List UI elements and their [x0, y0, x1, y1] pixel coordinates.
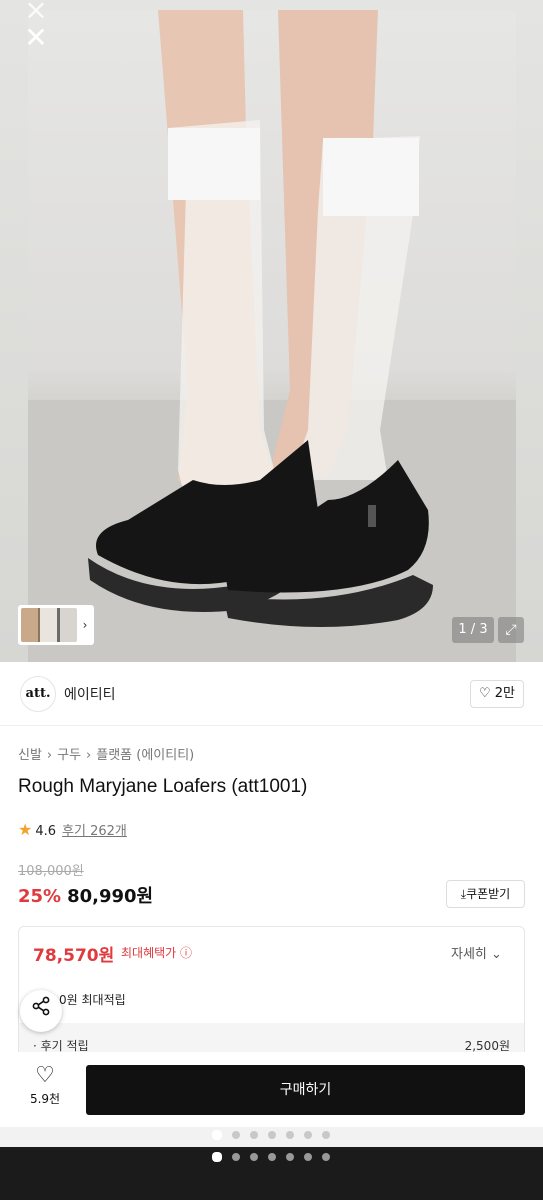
review-count-link[interactable]: 후기 262개 — [62, 824, 127, 839]
buy-button[interactable]: 구매하기 — [86, 1065, 525, 1115]
coupon-button[interactable]: ⤓쿠폰받기 — [446, 880, 525, 908]
sale-price: 80,990원 — [67, 886, 154, 907]
heart-icon: ♡ — [478, 686, 491, 701]
story-dot[interactable] — [304, 1131, 312, 1139]
app-screen: × ✕ › 1 / 3 ⤢ att. 에이티티 ♡ 2만 신발 › 구두 › 플랫폼 (… — [0, 0, 543, 1200]
product-content: att. 에이티티 ♡ 2만 신발 › 구두 › 플랫폼 (에이티티) Rough Ma… — [0, 662, 543, 1052]
close-icon-ghost: × — [24, 0, 48, 26]
breadcrumb-item[interactable]: 구두 — [57, 748, 81, 763]
story-dot[interactable] — [322, 1131, 330, 1139]
brand-like-button[interactable]: ♡ 2만 — [470, 680, 524, 708]
details-label: 자세히 — [451, 947, 487, 962]
page-dot[interactable] — [212, 1152, 222, 1162]
thumbnail-strip[interactable]: › — [18, 605, 94, 645]
story-progress-strip — [0, 1127, 543, 1147]
story-dots — [212, 1130, 330, 1140]
thumbnail-image[interactable] — [21, 608, 77, 642]
info-icon[interactable]: ⓘ — [180, 946, 192, 960]
discount-rate: 25% — [18, 886, 62, 907]
page-indicator — [212, 1152, 330, 1162]
chevron-down-icon: ⌄ — [491, 947, 502, 962]
page-dot[interactable] — [250, 1153, 258, 1161]
breadcrumb-item[interactable]: 신발 — [18, 748, 42, 763]
bottom-action-bar: ♡ 5.9천 구매하기 — [0, 1052, 543, 1127]
expand-icon[interactable]: ⤢ — [498, 617, 524, 643]
original-price: 108,000원 — [18, 864, 84, 879]
story-dot[interactable] — [268, 1131, 276, 1139]
max-points-label: 0원 최대적립 — [59, 993, 126, 1007]
breadcrumb: 신발 › 구두 › 플랫폼 (에이티티) — [18, 744, 194, 763]
rating-value: 4.6 — [35, 824, 57, 839]
close-icon[interactable]: ✕ — [22, 24, 50, 52]
product-title: Rough Maryjane Loafers (att1001) — [18, 776, 308, 797]
max-benefit-price: 78,570원 — [33, 946, 115, 966]
heart-icon: ♡ — [35, 1063, 55, 1088]
share-icon[interactable] — [20, 990, 62, 1032]
brand-like-count: 2만 — [494, 686, 516, 701]
page-dot[interactable] — [286, 1153, 294, 1161]
max-benefit-label: 최대혜택가 ⓘ — [121, 944, 192, 961]
max-benefit-box[interactable]: 78,570원 최대혜택가 ⓘ 자세히 ⌄ 0원 최대적립 · 후기 적립 2,… — [18, 926, 525, 1052]
brand-row[interactable]: att. 에이티티 ♡ 2만 — [0, 662, 543, 726]
chevron-right-icon: › — [46, 748, 53, 763]
chevron-right-icon: › — [82, 618, 88, 632]
page-dot[interactable] — [304, 1153, 312, 1161]
wishlist-count: 5.9천 — [29, 1092, 61, 1106]
page-dot[interactable] — [268, 1153, 276, 1161]
coupon-label: 쿠폰받기 — [466, 887, 511, 901]
image-page-counter: 1 / 3 — [452, 617, 494, 643]
story-dot[interactable] — [232, 1131, 240, 1139]
share-icon-glyph — [32, 996, 50, 1016]
product-photo-illustration — [28, 10, 516, 662]
rating-row[interactable]: ★ 4.6 후기 262개 — [18, 820, 127, 839]
product-image-gallery[interactable]: × ✕ › 1 / 3 ⤢ — [0, 0, 543, 662]
breadcrumb-item[interactable]: 플랫폼 (에이티티) — [96, 748, 194, 763]
story-dot[interactable] — [250, 1131, 258, 1139]
story-dot[interactable] — [212, 1130, 222, 1140]
chevron-right-icon: › — [86, 748, 92, 763]
review-points-row: · 후기 적립 2,500원 — [19, 1023, 524, 1052]
star-icon: ★ — [18, 820, 33, 839]
brand-logo: att. — [20, 676, 56, 712]
wishlist-button[interactable]: ♡ 5.9천 — [20, 1064, 70, 1107]
brand-name[interactable]: 에이티티 — [64, 684, 116, 704]
review-points-value: 2,500원 — [464, 1039, 510, 1052]
page-dot[interactable] — [232, 1153, 240, 1161]
max-benefit-text: 최대혜택가 — [121, 946, 177, 960]
page-dot[interactable] — [322, 1153, 330, 1161]
price-row: 25% 80,990원 — [18, 882, 153, 908]
product-photo — [28, 10, 516, 662]
story-dot[interactable] — [286, 1131, 294, 1139]
details-link[interactable]: 자세히 ⌄ — [451, 943, 502, 962]
review-points-label: · 후기 적립 — [33, 1039, 89, 1052]
